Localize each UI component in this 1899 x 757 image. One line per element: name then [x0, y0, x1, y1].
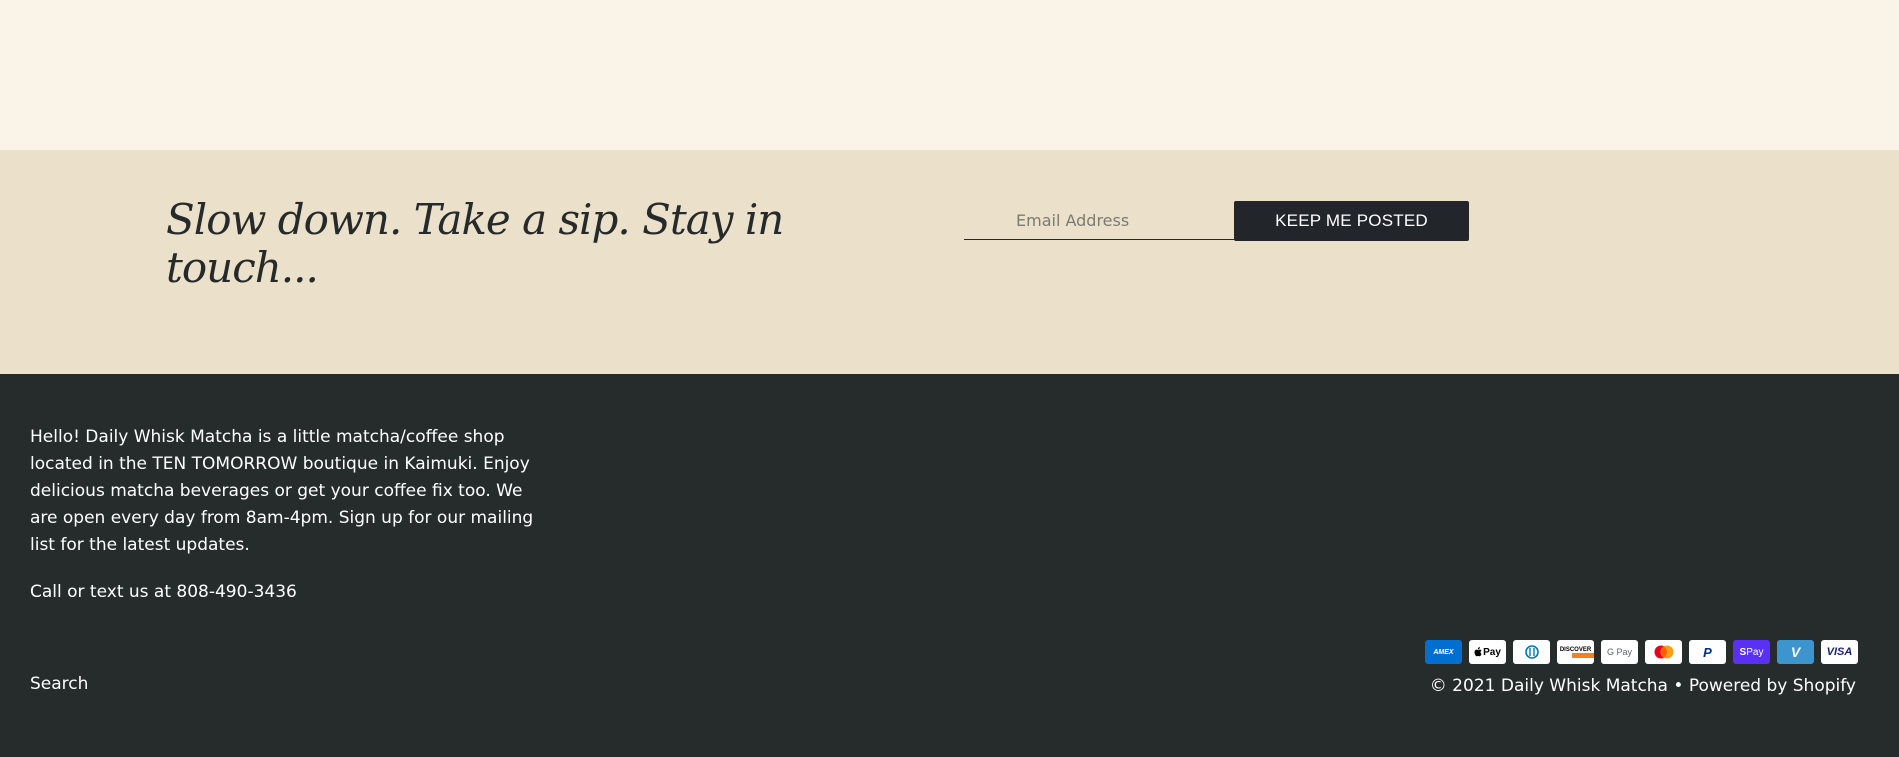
copyright-separator: •	[1667, 676, 1689, 696]
footer-search-link[interactable]: Search	[30, 674, 88, 694]
keep-me-posted-button[interactable]: KEEP ME POSTED	[1234, 201, 1469, 241]
shop-name-link[interactable]: Daily Whisk Matcha	[1501, 676, 1668, 696]
diners-club-icon	[1513, 640, 1550, 664]
copyright-prefix: © 2021	[1429, 676, 1501, 696]
paypal-label: P	[1703, 644, 1712, 660]
venmo-icon: V	[1777, 640, 1814, 664]
email-input[interactable]	[964, 201, 1234, 240]
google-pay-label: G Pay	[1606, 647, 1632, 657]
newsletter-heading: Slow down. Take a sip. Stay in touch...	[166, 195, 784, 292]
shop-pay-icon: S Pay	[1733, 640, 1770, 664]
payment-icons: AMEX Pay DISCOVER G Pay P S Pay V VISA	[1425, 640, 1858, 664]
discover-icon: DISCOVER	[1557, 640, 1594, 664]
google-pay-icon: G Pay	[1601, 640, 1638, 664]
visa-icon: VISA	[1821, 640, 1858, 664]
footer: Hello! Daily Whisk Matcha is a little ma…	[0, 374, 1899, 757]
mastercard-icon	[1645, 640, 1682, 664]
paypal-icon: P	[1689, 640, 1726, 664]
about-text: Hello! Daily Whisk Matcha is a little ma…	[30, 427, 534, 555]
copyright: © 2021 Daily Whisk Matcha • Powered by S…	[1430, 676, 1856, 696]
powered-by-shopify-link[interactable]: Powered by Shopify	[1689, 676, 1856, 696]
contact-text: Call or text us at 808-490-3436	[30, 582, 297, 602]
apple-logo-icon	[1474, 647, 1482, 657]
top-band	[0, 0, 1899, 150]
amex-icon: AMEX	[1425, 640, 1462, 664]
shop-pay-label: Pay	[1746, 646, 1764, 658]
newsletter-section: Slow down. Take a sip. Stay in touch... …	[0, 150, 1899, 374]
newsletter-form: KEEP ME POSTED	[964, 201, 1469, 241]
venmo-label: V	[1790, 644, 1801, 660]
apple-pay-label: Pay	[1483, 646, 1501, 658]
visa-label: VISA	[1826, 646, 1853, 658]
apple-pay-icon: Pay	[1469, 640, 1506, 664]
amex-label: AMEX	[1433, 648, 1454, 656]
